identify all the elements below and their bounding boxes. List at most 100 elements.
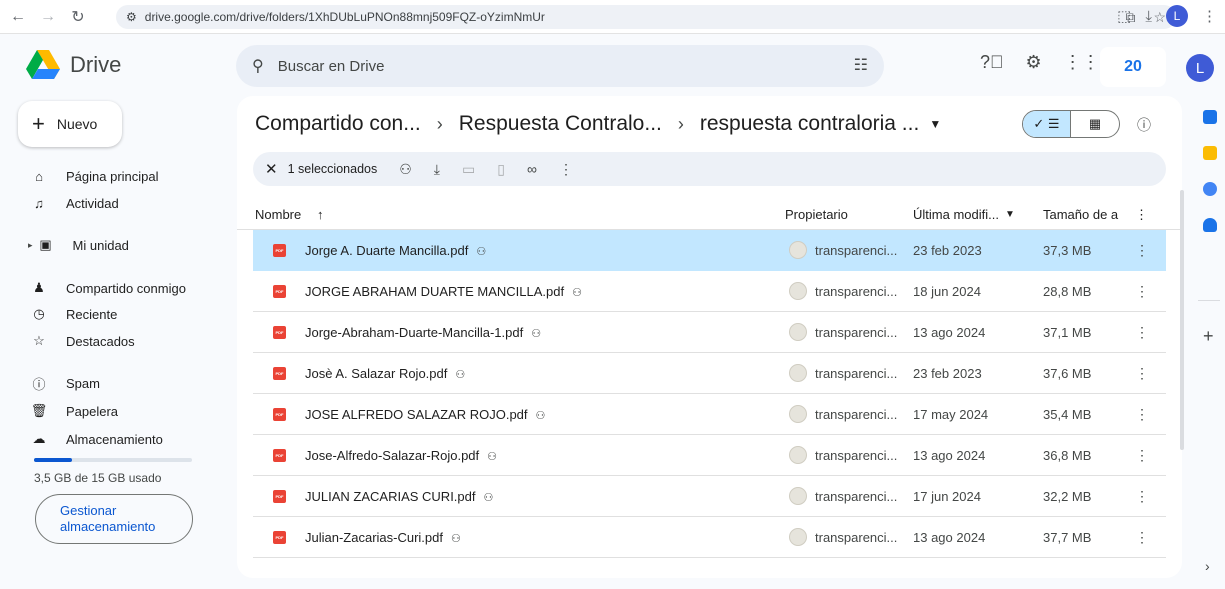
browser-profile-avatar[interactable]: L [1166, 5, 1188, 27]
back-arrow-icon[interactable]: ← [6, 5, 30, 29]
table-row[interactable]: PDF Julian-Zacarias-Curi.pdf ⚇ transparenci… [253, 517, 1166, 558]
file-size: 37,3 MB [1043, 243, 1092, 258]
row-more-actions-icon[interactable]: ⋮ [1135, 324, 1149, 341]
file-name[interactable]: JOSE ALFREDO SALAZAR ROJO.pdf [305, 407, 528, 422]
column-owner-header[interactable]: Propietario [785, 207, 848, 222]
row-more-actions-icon[interactable]: ⋮ [1135, 488, 1149, 505]
clear-selection-icon[interactable]: ✕ [265, 160, 278, 178]
download-icon[interactable]: ⤓ [1145, 8, 1152, 25]
home-icon: ⌂ [35, 169, 43, 184]
copy-link-icon[interactable]: ∞ [527, 161, 537, 177]
column-name-header[interactable]: Nombre [255, 207, 301, 222]
row-more-actions-icon[interactable]: ⋮ [1135, 365, 1149, 382]
search-input[interactable]: Buscar en Drive [278, 58, 385, 75]
more-actions-icon[interactable]: ⋮ [559, 161, 573, 178]
modified-date: 17 jun 2024 [913, 489, 981, 504]
dropdown-caret-icon[interactable]: ▼ [929, 117, 941, 131]
expand-arrow-icon[interactable]: ▸ [28, 240, 33, 251]
file-name[interactable]: Josè A. Salazar Rojo.pdf [305, 366, 447, 381]
reload-icon[interactable]: ↻ [66, 5, 90, 29]
grid-view-button[interactable]: ▦ [1071, 111, 1119, 137]
row-more-actions-icon[interactable]: ⋮ [1135, 242, 1149, 259]
sidebar-item-trash[interactable]: 🗑 Papelera [30, 403, 118, 419]
search-bar[interactable]: ⚲ Buscar en Drive ☷ [236, 45, 884, 87]
add-addon-icon[interactable]: + [1203, 326, 1214, 347]
modified-date: 23 feb 2023 [913, 243, 982, 258]
sidebar-item-home[interactable]: ⌂ Página principal [30, 169, 159, 184]
search-icon[interactable]: ⚲ [252, 56, 264, 76]
row-more-actions-icon[interactable]: ⋮ [1135, 529, 1149, 546]
shared-people-icon: ⚇ [535, 410, 546, 422]
search-options-icon[interactable]: ☷ [854, 55, 868, 75]
modified-date: 13 ago 2024 [913, 448, 986, 463]
table-row[interactable]: PDF Jorge-Abraham-Duarte-Mancilla-1.pdf ⚇ t… [253, 312, 1166, 353]
sidebar-item-activity[interactable]: ♫ Actividad [30, 196, 119, 211]
file-name[interactable]: Jorge-Abraham-Duarte-Mancilla-1.pdf [305, 325, 523, 340]
move-icon[interactable]: ▭ [462, 161, 475, 178]
file-name[interactable]: Jose-Alfredo-Salazar-Rojo.pdf [305, 448, 479, 463]
breadcrumb-item[interactable]: Compartido con... [255, 112, 421, 136]
contacts-icon[interactable] [1203, 218, 1217, 232]
storage-text: 3,5 GB de 15 GB usado [34, 471, 162, 485]
calendar-icon[interactable] [1203, 110, 1217, 124]
forward-arrow-icon[interactable]: → [36, 5, 60, 29]
table-header: Nombre ↑ Propietario Última modifi... ▼ … [237, 196, 1182, 230]
file-size: 37,7 MB [1043, 530, 1092, 545]
file-name[interactable]: Julian-Zacarias-Curi.pdf [305, 530, 443, 545]
table-row[interactable]: PDF JORGE ABRAHAM DUARTE MANCILLA.pdf ⚇ tra… [253, 271, 1166, 312]
info-icon[interactable]: ⓘ [1137, 115, 1151, 135]
scrollbar[interactable] [1180, 190, 1184, 450]
owner-avatar [789, 282, 807, 300]
help-icon[interactable]: ?⃝ [980, 52, 1004, 73]
table-row[interactable]: PDF JOSE ALFREDO SALAZAR ROJO.pdf ⚇ transpa… [253, 394, 1166, 435]
file-size: 32,2 MB [1043, 489, 1092, 504]
site-info-icon[interactable]: ⚙ [126, 10, 137, 24]
sort-dropdown-caret-icon[interactable]: ▼ [1005, 209, 1015, 220]
drive-logo[interactable]: Drive [26, 50, 121, 80]
address-bar[interactable]: ⚙ drive.google.com/drive/folders/1XhDUbL… [116, 5, 1176, 29]
breadcrumb-current[interactable]: respuesta contraloria ... [700, 112, 919, 136]
list-view-button[interactable]: ✓ ☰ [1023, 111, 1072, 137]
anniversary-badge[interactable]: 20 [1100, 47, 1166, 87]
settings-gear-icon[interactable]: ⚙ [1026, 52, 1042, 73]
sort-arrow-up-icon[interactable]: ↑ [317, 207, 324, 222]
table-row[interactable]: PDF Josè A. Salazar Rojo.pdf ⚇ transparenci… [253, 353, 1166, 394]
column-size-header[interactable]: Tamaño de a [1043, 207, 1118, 222]
table-row[interactable]: PDF Jose-Alfredo-Salazar-Rojo.pdf ⚇ transpa… [253, 435, 1166, 476]
row-more-actions-icon[interactable]: ⋮ [1135, 447, 1149, 464]
sidebar-item-my-drive[interactable]: ▸ ▣ Mi unidad [28, 237, 129, 253]
file-name-cell: JORGE ABRAHAM DUARTE MANCILLA.pdf ⚇ [305, 284, 582, 299]
share-icon[interactable]: ⚇ [399, 161, 412, 178]
file-name[interactable]: JORGE ABRAHAM DUARTE MANCILLA.pdf [305, 284, 564, 299]
sidebar-item-label: Página principal [66, 169, 159, 184]
account-avatar[interactable]: L [1186, 54, 1214, 82]
manage-storage-button[interactable]: Gestionar almacenamiento [35, 494, 193, 544]
sidebar-item-storage[interactable]: ☁ Almacenamiento [30, 431, 163, 447]
browser-menu-icon[interactable]: ⋮ [1202, 7, 1217, 25]
download-icon[interactable]: ⤓ [434, 161, 440, 178]
sidebar-item-starred[interactable]: ☆ Destacados [30, 333, 134, 349]
modified-date: 18 jun 2024 [913, 284, 981, 299]
chevron-right-icon[interactable]: › [1205, 558, 1210, 574]
shared-people-icon: ⚇ [455, 369, 466, 381]
breadcrumb-item[interactable]: Respuesta Contralo... [459, 112, 662, 136]
keep-icon[interactable] [1203, 146, 1217, 160]
column-options-icon[interactable]: ⋮ [1135, 207, 1148, 223]
modified-date: 13 ago 2024 [913, 530, 986, 545]
pdf-file-icon: PDF [273, 408, 286, 421]
table-row[interactable]: PDF Jorge A. Duarte Mancilla.pdf ⚇ transpar… [253, 230, 1166, 271]
file-name[interactable]: JULIAN ZACARIAS CURI.pdf [305, 489, 476, 504]
table-row[interactable]: PDF JULIAN ZACARIAS CURI.pdf ⚇ transparenci… [253, 476, 1166, 517]
tasks-icon[interactable] [1203, 182, 1217, 196]
sidebar-item-shared[interactable]: ♟ Compartido conmigo [30, 280, 186, 296]
row-more-actions-icon[interactable]: ⋮ [1135, 406, 1149, 423]
row-more-actions-icon[interactable]: ⋮ [1135, 283, 1149, 300]
apps-grid-icon[interactable]: ⋮⋮ [1064, 52, 1100, 73]
new-button[interactable]: + Nuevo [18, 101, 122, 147]
sidebar-item-recent[interactable]: ◷ Reciente [30, 306, 117, 322]
column-modified-header[interactable]: Última modifi... [913, 207, 999, 222]
extensions-icon[interactable]: ⬚ [1117, 7, 1131, 25]
sidebar-item-spam[interactable]: ⓘ Spam [30, 374, 99, 393]
delete-icon[interactable]: ▯ [497, 161, 505, 178]
file-name[interactable]: Jorge A. Duarte Mancilla.pdf [305, 243, 468, 258]
